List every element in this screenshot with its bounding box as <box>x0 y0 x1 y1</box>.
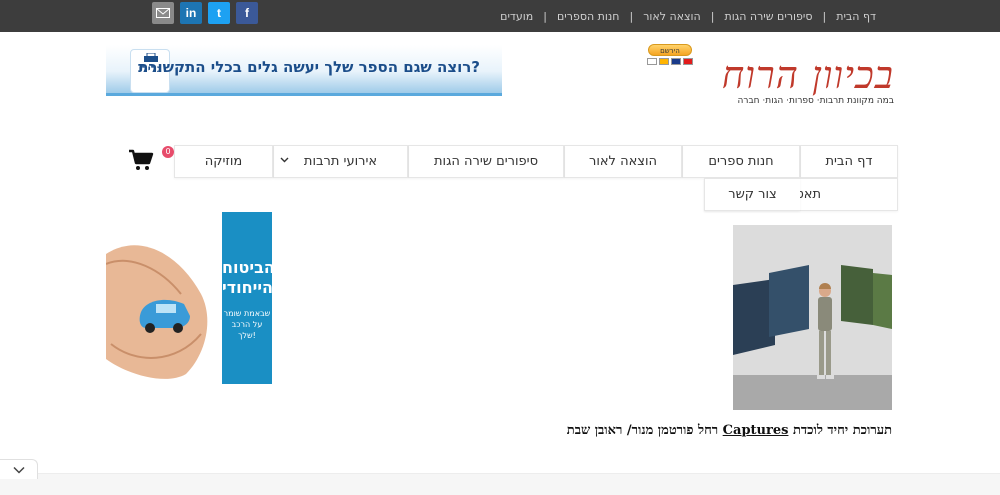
nav-item-home[interactable]: דף הבית <box>800 145 898 178</box>
nav-label: סיפורים שירה הגות <box>433 154 539 169</box>
top-nav-events[interactable]: מועדים <box>490 10 543 23</box>
ad-subtitle-line1: שבאמת שומר <box>223 309 271 318</box>
social-links: in t f <box>152 2 258 24</box>
ad-title-line1: הביטוח <box>222 258 275 277</box>
banner-text: רוצה שגם הספר שלך יעשה גלים בכלי התקשורת… <box>138 58 480 76</box>
top-nav-home[interactable]: דף הבית <box>826 10 886 23</box>
captures-link[interactable]: Captures <box>723 423 789 438</box>
site-logo[interactable]: בכיוון הרוח במה מקוונת תרבות· ספרות· הגו… <box>700 56 894 108</box>
cart-count-badge: 0 <box>162 146 174 158</box>
hands-car-image <box>106 245 208 379</box>
insurance-ad-panel: הביטוח הייחודי שבאמת שומר על הרכב שלך! <box>222 212 275 384</box>
article-caption: תערוכת יחיד לוכדת Captures רחל פורטמן מנ… <box>567 422 892 438</box>
nav-item-music[interactable]: מוזיקה <box>174 145 273 178</box>
scroll-toggle-button[interactable] <box>0 459 38 479</box>
linkedin-icon[interactable]: in <box>180 2 202 24</box>
chevron-down-icon <box>280 155 289 167</box>
logo-title: בכיוון הרוח <box>721 53 894 97</box>
top-nav-stories[interactable]: סיפורים שירה הגות <box>714 10 822 23</box>
main-nav: דף הבית חנות ספרים הוצאה לאור סיפורים שי… <box>106 145 898 211</box>
exhibition-image <box>733 225 892 410</box>
caption-prefix: תערוכת יחיד לוכדת <box>788 423 892 438</box>
bottom-bar <box>0 473 1000 495</box>
nav-item-stories[interactable]: סיפורים שירה הגות <box>408 145 564 178</box>
facebook-icon[interactable]: f <box>236 2 258 24</box>
nav-label: מוזיקה <box>204 154 243 169</box>
nav-label: אירועי תרבות <box>303 154 378 169</box>
ad-subtitle-line2: על הרכב שלך! <box>231 320 263 340</box>
insurance-ad[interactable]: הביטוח הייחודי שבאמת שומר על הרכב שלך! <box>106 212 275 384</box>
shopping-cart-icon <box>128 149 158 173</box>
top-nav: דף הבית | סיפורים שירה הגות | הוצאה לאור… <box>490 0 886 32</box>
top-bar: דף הבית | סיפורים שירה הגות | הוצאה לאור… <box>0 0 1000 32</box>
nav-label: חנות ספרים <box>708 154 774 169</box>
nav-item-contact[interactable]: צור קשר <box>704 178 800 211</box>
twitter-icon[interactable]: t <box>208 2 230 24</box>
envelope-icon[interactable] <box>152 2 174 24</box>
nav-item-publishing[interactable]: הוצאה לאור <box>564 145 682 178</box>
nav-item-culture-events[interactable]: אירועי תרבות <box>273 145 408 178</box>
galili-banner-ad[interactable]: גלילי רוצה שגם הספר שלך יעשה גלים בכלי ה… <box>106 45 502 96</box>
caption-suffix: רחל פורטמן מנור/ ראובן שבת <box>566 423 723 438</box>
top-nav-bookstore[interactable]: חנות הספרים <box>547 10 629 23</box>
logo-subtitle: במה מקוונת תרבות· ספרות· הגות· חברה <box>737 96 894 106</box>
nav-item-bookstore[interactable]: חנות ספרים <box>682 145 800 178</box>
ad-title-line2: הייחודי <box>222 278 274 297</box>
paypal-subscribe-button[interactable]: הירשם <box>646 44 694 68</box>
chevron-down-icon <box>12 463 25 477</box>
top-nav-publishing[interactable]: הוצאה לאור <box>633 10 711 23</box>
nav-label: דף הבית <box>825 154 873 169</box>
paypal-label: הירשם <box>648 44 692 56</box>
exhibition-photo[interactable] <box>733 225 892 410</box>
nav-label: הוצאה לאור <box>588 154 658 169</box>
nav-label: צור קשר <box>728 187 777 202</box>
payment-cards-icon <box>647 58 694 65</box>
